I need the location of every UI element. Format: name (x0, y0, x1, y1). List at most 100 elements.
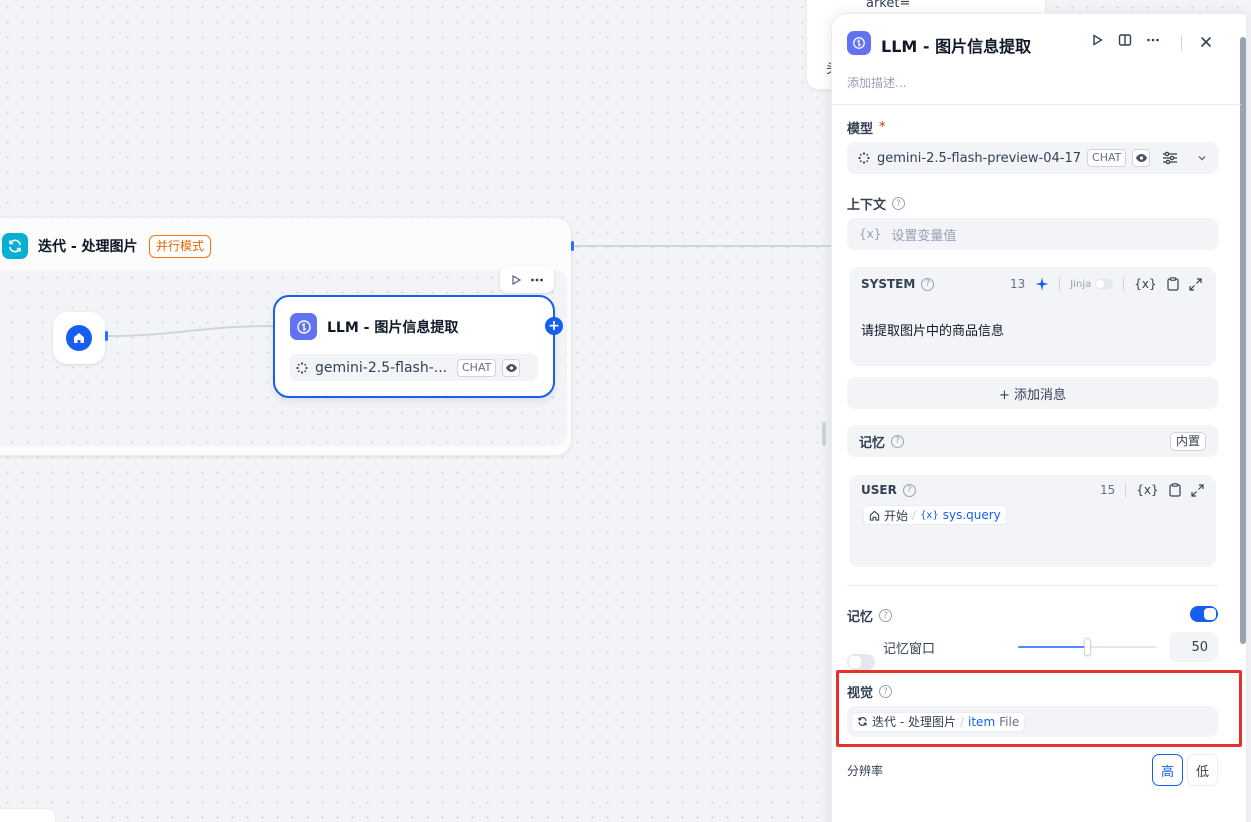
memory-window-toggle[interactable] (847, 654, 875, 670)
more-icon[interactable] (1146, 33, 1160, 47)
help-icon[interactable]: ? (921, 277, 935, 291)
variable-icon: {x} (859, 227, 882, 241)
panel-title[interactable]: LLM - 图片信息提取 (881, 33, 1031, 57)
memory-inline-label: 记忆 ? (859, 432, 905, 451)
chip-var-icon: {x} (920, 509, 939, 521)
panel-scrollbar[interactable] (1240, 37, 1246, 644)
resolution-low-button[interactable]: 低 (1187, 754, 1218, 786)
model-provider-icon (295, 361, 309, 375)
model-params-icon[interactable] (1162, 151, 1178, 165)
llm-node[interactable] (273, 295, 555, 398)
memory-window-slider-fill (1018, 646, 1087, 648)
context-variable-input[interactable]: {x} 设置变量值 (847, 218, 1218, 250)
memory-window-label: 记忆窗口 (883, 642, 936, 657)
split-view-icon[interactable] (1118, 33, 1132, 47)
home-icon (66, 325, 92, 351)
edge-start-to-llm (108, 325, 275, 337)
system-char-count: 13 (1010, 277, 1026, 291)
model-label: 模型 * (847, 118, 886, 137)
user-label: USER (861, 483, 897, 497)
llm-node-title: LLM - 图片信息提取 (327, 319, 459, 336)
resolution-label: 分辨率 (847, 764, 884, 778)
parallel-mode-badge: 并行模式 (149, 235, 212, 258)
expand-icon[interactable] (1189, 277, 1202, 291)
context-label-text: 上下文 (847, 198, 887, 213)
system-prompt-text[interactable]: 请提取图片中的商品信息 (861, 320, 1004, 339)
chat-mode-tag: CHAT (457, 358, 497, 377)
add-message-button[interactable]: + 添加消息 (847, 377, 1218, 409)
context-label: 上下文 ? (847, 194, 906, 213)
run-node-icon[interactable] (510, 274, 522, 286)
description-input[interactable]: 添加描述... (847, 74, 906, 91)
run-icon[interactable] (1090, 33, 1104, 47)
node-toolbar (500, 266, 554, 293)
help-icon[interactable]: ? (879, 609, 893, 622)
vision-eye-icon (1132, 149, 1151, 167)
insert-variable-icon[interactable]: {x} (1134, 277, 1156, 291)
chip-node-name: 开始 (884, 508, 909, 523)
memory-window-input[interactable]: 50 (1169, 632, 1218, 662)
user-char-count: 15 (1100, 483, 1116, 497)
panel-actions (1090, 33, 1160, 47)
tool-divider (1123, 277, 1125, 291)
panel-resize-handle[interactable] (822, 422, 826, 446)
tool-divider (1125, 483, 1127, 497)
section-divider (847, 585, 1218, 586)
iteration-title: 迭代 - 处理图片 (38, 239, 138, 255)
iteration-start-node[interactable] (53, 312, 105, 364)
memory-label: 记忆 ? (847, 606, 893, 625)
chip-separator: / (912, 508, 917, 522)
help-icon[interactable]: ? (902, 483, 916, 497)
system-tools: 13 Jinja {x} (1010, 277, 1202, 291)
jinja-toggle[interactable]: Jinja (1070, 278, 1114, 290)
context-placeholder: 设置变量值 (891, 228, 957, 244)
user-title: USER ? (861, 483, 916, 497)
canvas-node-partial-text: arket= (866, 0, 911, 11)
edge-line (574, 245, 832, 247)
panel-llm-icon (847, 31, 871, 55)
chip-var-name: sys.query (942, 508, 1001, 522)
iteration-output-handle[interactable] (571, 241, 574, 251)
user-variable-chip[interactable]: 开始 / {x} sys.query (863, 505, 1007, 525)
vision-eye-icon (502, 358, 521, 377)
canvas-bottom-card[interactable] (0, 808, 56, 822)
llm-node-header: LLM - 图片信息提取 (290, 313, 458, 340)
chevron-down-icon (1196, 152, 1208, 164)
model-label-text: 模型 (847, 122, 874, 137)
memory-inline-row: 记忆 ? 内置 (847, 425, 1218, 457)
memory-inline-text: 记忆 (859, 435, 886, 451)
resolution-high-button[interactable]: 高 (1152, 754, 1183, 786)
sparkle-icon[interactable] (1035, 277, 1049, 291)
home-icon (869, 510, 880, 521)
clipboard-icon[interactable] (1169, 483, 1181, 497)
iteration-icon (2, 233, 28, 259)
jinja-switch[interactable] (1095, 279, 1114, 289)
header-separator (831, 104, 1241, 105)
model-select[interactable]: gemini-2.5-flash-preview-04-17 CHAT (847, 142, 1218, 174)
required-mark: * (879, 120, 886, 135)
tool-divider (1059, 277, 1061, 291)
system-label: SYSTEM (861, 277, 916, 291)
header-divider (1181, 35, 1182, 51)
llm-icon (290, 313, 317, 340)
user-tools: 15 {x} (1100, 483, 1204, 497)
add-next-node-icon[interactable]: + (545, 317, 563, 335)
builtin-tag: 内置 (1169, 431, 1206, 451)
insert-variable-icon[interactable]: {x} (1136, 483, 1158, 497)
llm-node-model: gemini-2.5-flash-... CHAT (289, 354, 538, 381)
expand-icon[interactable] (1191, 483, 1204, 497)
jinja-label: Jinja (1070, 278, 1092, 290)
clipboard-icon[interactable] (1167, 277, 1179, 291)
highlight-box (836, 670, 1242, 747)
llm-node-model-name: gemini-2.5-flash-... (315, 359, 448, 376)
memory-toggle[interactable] (1190, 606, 1218, 622)
chat-mode-tag: CHAT (1087, 149, 1127, 167)
model-provider-icon (857, 151, 871, 165)
help-icon[interactable]: ? (892, 197, 906, 210)
more-icon[interactable] (530, 274, 544, 286)
close-icon[interactable] (1197, 33, 1215, 51)
memory-window-slider-thumb[interactable] (1084, 638, 1091, 656)
model-name: gemini-2.5-flash-preview-04-17 (877, 150, 1082, 166)
system-title: SYSTEM ? (861, 277, 935, 291)
help-icon[interactable]: ? (891, 434, 905, 448)
